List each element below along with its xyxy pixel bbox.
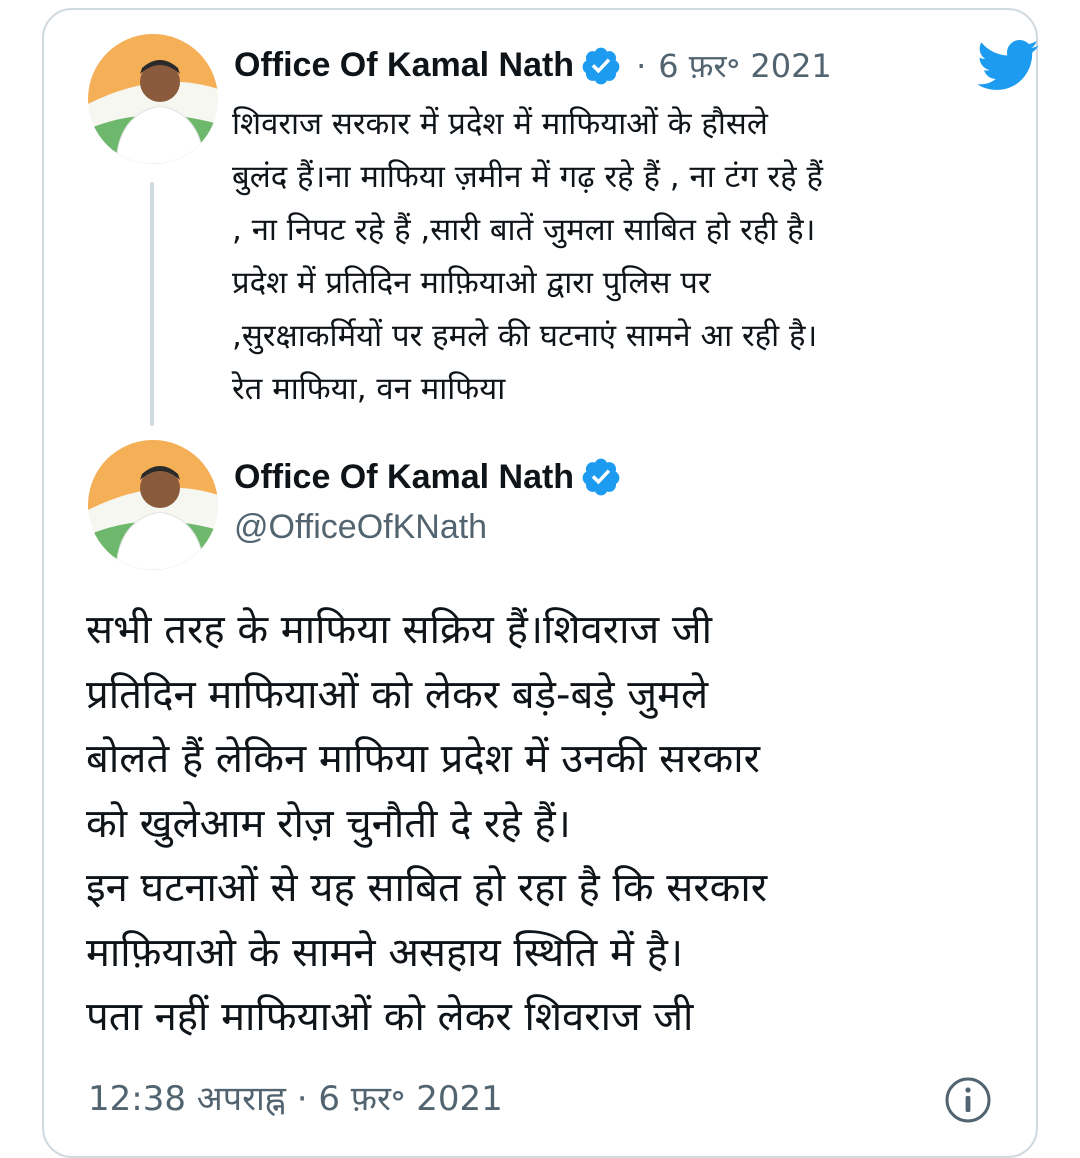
quoted-line: प्रदेश में प्रतिदिन माफ़ियाओ द्वारा पुलि… [232, 265, 711, 301]
quoted-header: Office Of Kamal Nath · 6 फ़र॰ 2021 [234, 44, 832, 87]
twitter-bird-icon[interactable] [974, 38, 1040, 92]
main-line: प्रतिदिन माफियाओं को लेकर बड़े-बड़े जुमल… [86, 671, 709, 718]
tweet-timestamp[interactable]: 12:38 अपराह्न · 6 फ़र॰ 2021 [88, 1074, 503, 1120]
main-line: बोलते हैं लेकिन माफिया प्रदेश में उनकी स… [86, 736, 760, 782]
verified-badge-icon [582, 458, 620, 496]
thread-connector-line [150, 182, 154, 426]
main-line: इन घटनाओं से यह साबित हो रहा है कि सरकार [86, 865, 768, 911]
quoted-line: बुलंद हैं।ना माफिया ज़मीन में गढ़ रहे है… [232, 159, 823, 195]
main-tweet-text: सभी तरह के माफिया सक्रिय हैं।शिवराज जी प… [86, 598, 1016, 1050]
avatar-main[interactable] [88, 440, 218, 570]
quoted-tweet-text: शिवराज सरकार में प्रदेश में माफियाओं के … [232, 98, 992, 416]
main-header: Office Of Kamal Nath [234, 456, 622, 498]
avatar-quoted[interactable] [88, 34, 218, 164]
quoted-separator: · [636, 46, 647, 85]
avatar-image [88, 34, 218, 164]
main-handle[interactable]: @OfficeOfKNath [234, 508, 487, 547]
quoted-line: , ना निपट रहे हैं ,सारी बातें जुमला साबि… [232, 212, 816, 248]
main-line: सभी तरह के माफिया सक्रिय हैं।शिवराज जी [86, 607, 712, 653]
main-line: पता नहीं माफियाओं को लेकर शिवराज जी [86, 994, 694, 1040]
main-line: को खुलेआम रोज़ चुनौती दे रहे हैं। [86, 800, 571, 847]
quoted-line: ,सुरक्षाकर्मियों पर हमले की घटनाएं सामने… [232, 318, 818, 354]
avatar-image [88, 440, 218, 570]
quoted-author-name[interactable]: Office Of Kamal Nath [234, 46, 574, 85]
verified-badge-icon [582, 47, 620, 84]
quoted-line: रेत माफिया, वन माफिया [232, 371, 506, 407]
quoted-line: शिवराज सरकार में प्रदेश में माफियाओं के … [232, 106, 768, 142]
info-icon[interactable] [944, 1076, 992, 1124]
quoted-date[interactable]: 6 फ़र॰ 2021 [658, 44, 832, 87]
main-line: माफ़ियाओ के सामने असहाय स्थिति में है। [86, 929, 684, 976]
main-author-name[interactable]: Office Of Kamal Nath [234, 458, 574, 497]
